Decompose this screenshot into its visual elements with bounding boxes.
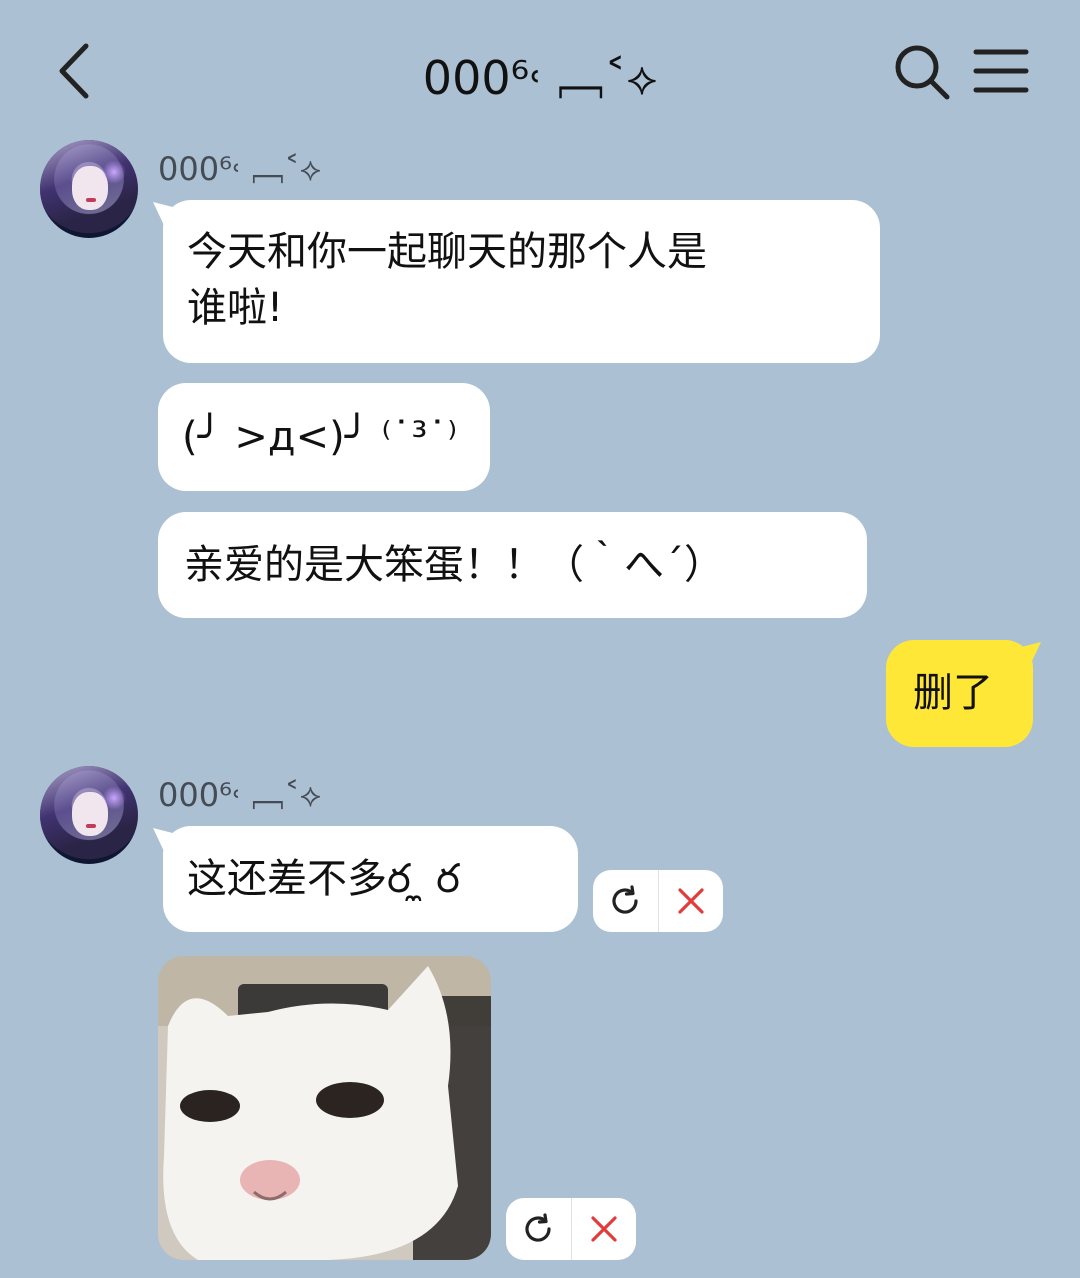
close-icon [591,1216,617,1242]
chat-header: 000⁶˓ ﹇˂⟡ [0,0,1080,140]
retry-icon [525,1213,551,1242]
message-text: (╯ >д<)╯ ⁽˙³˙⁾ [182,414,458,460]
retry-icon [612,885,638,914]
close-icon [678,888,704,914]
message-text: 删了 [913,670,993,716]
delete-button[interactable] [659,870,724,932]
message-bubble[interactable]: 这还差不多ర ̼ ర [163,826,578,932]
menu-icon [973,49,1029,93]
message-text: 亲爱的是大笨蛋！！（｀へ´） [184,542,724,588]
message-text-line: 谁啦! [187,285,284,331]
message-bubble[interactable]: 亲爱的是大笨蛋！！（｀へ´） [158,512,867,618]
cat-photo [158,956,491,1260]
message-bubble[interactable]: 今天和你一起聊天的那个人是 谁啦! [163,200,880,363]
search-button[interactable] [892,42,952,102]
image-message[interactable] [158,956,491,1260]
message-text: 这还差不多ర ̼ ర [187,856,460,902]
my-message-bubble[interactable]: 删了 [886,640,1033,747]
avatar[interactable] [40,140,138,238]
message-text-line: 今天和你一起聊天的那个人是 [187,229,707,275]
message-bubble[interactable]: (╯ >д<)╯ ⁽˙³˙⁾ [158,383,490,491]
sender-name: 000⁶˓ ﹇˂⟡ [158,150,322,188]
sender-name: 000⁶˓ ﹇˂⟡ [158,776,322,814]
failed-message-actions [506,1198,636,1260]
delete-button[interactable] [572,1198,637,1260]
retry-button[interactable] [593,870,658,932]
retry-button[interactable] [506,1198,571,1260]
search-icon [895,45,950,100]
avatar[interactable] [40,766,138,864]
menu-button[interactable] [972,44,1030,100]
failed-message-actions [593,870,723,932]
